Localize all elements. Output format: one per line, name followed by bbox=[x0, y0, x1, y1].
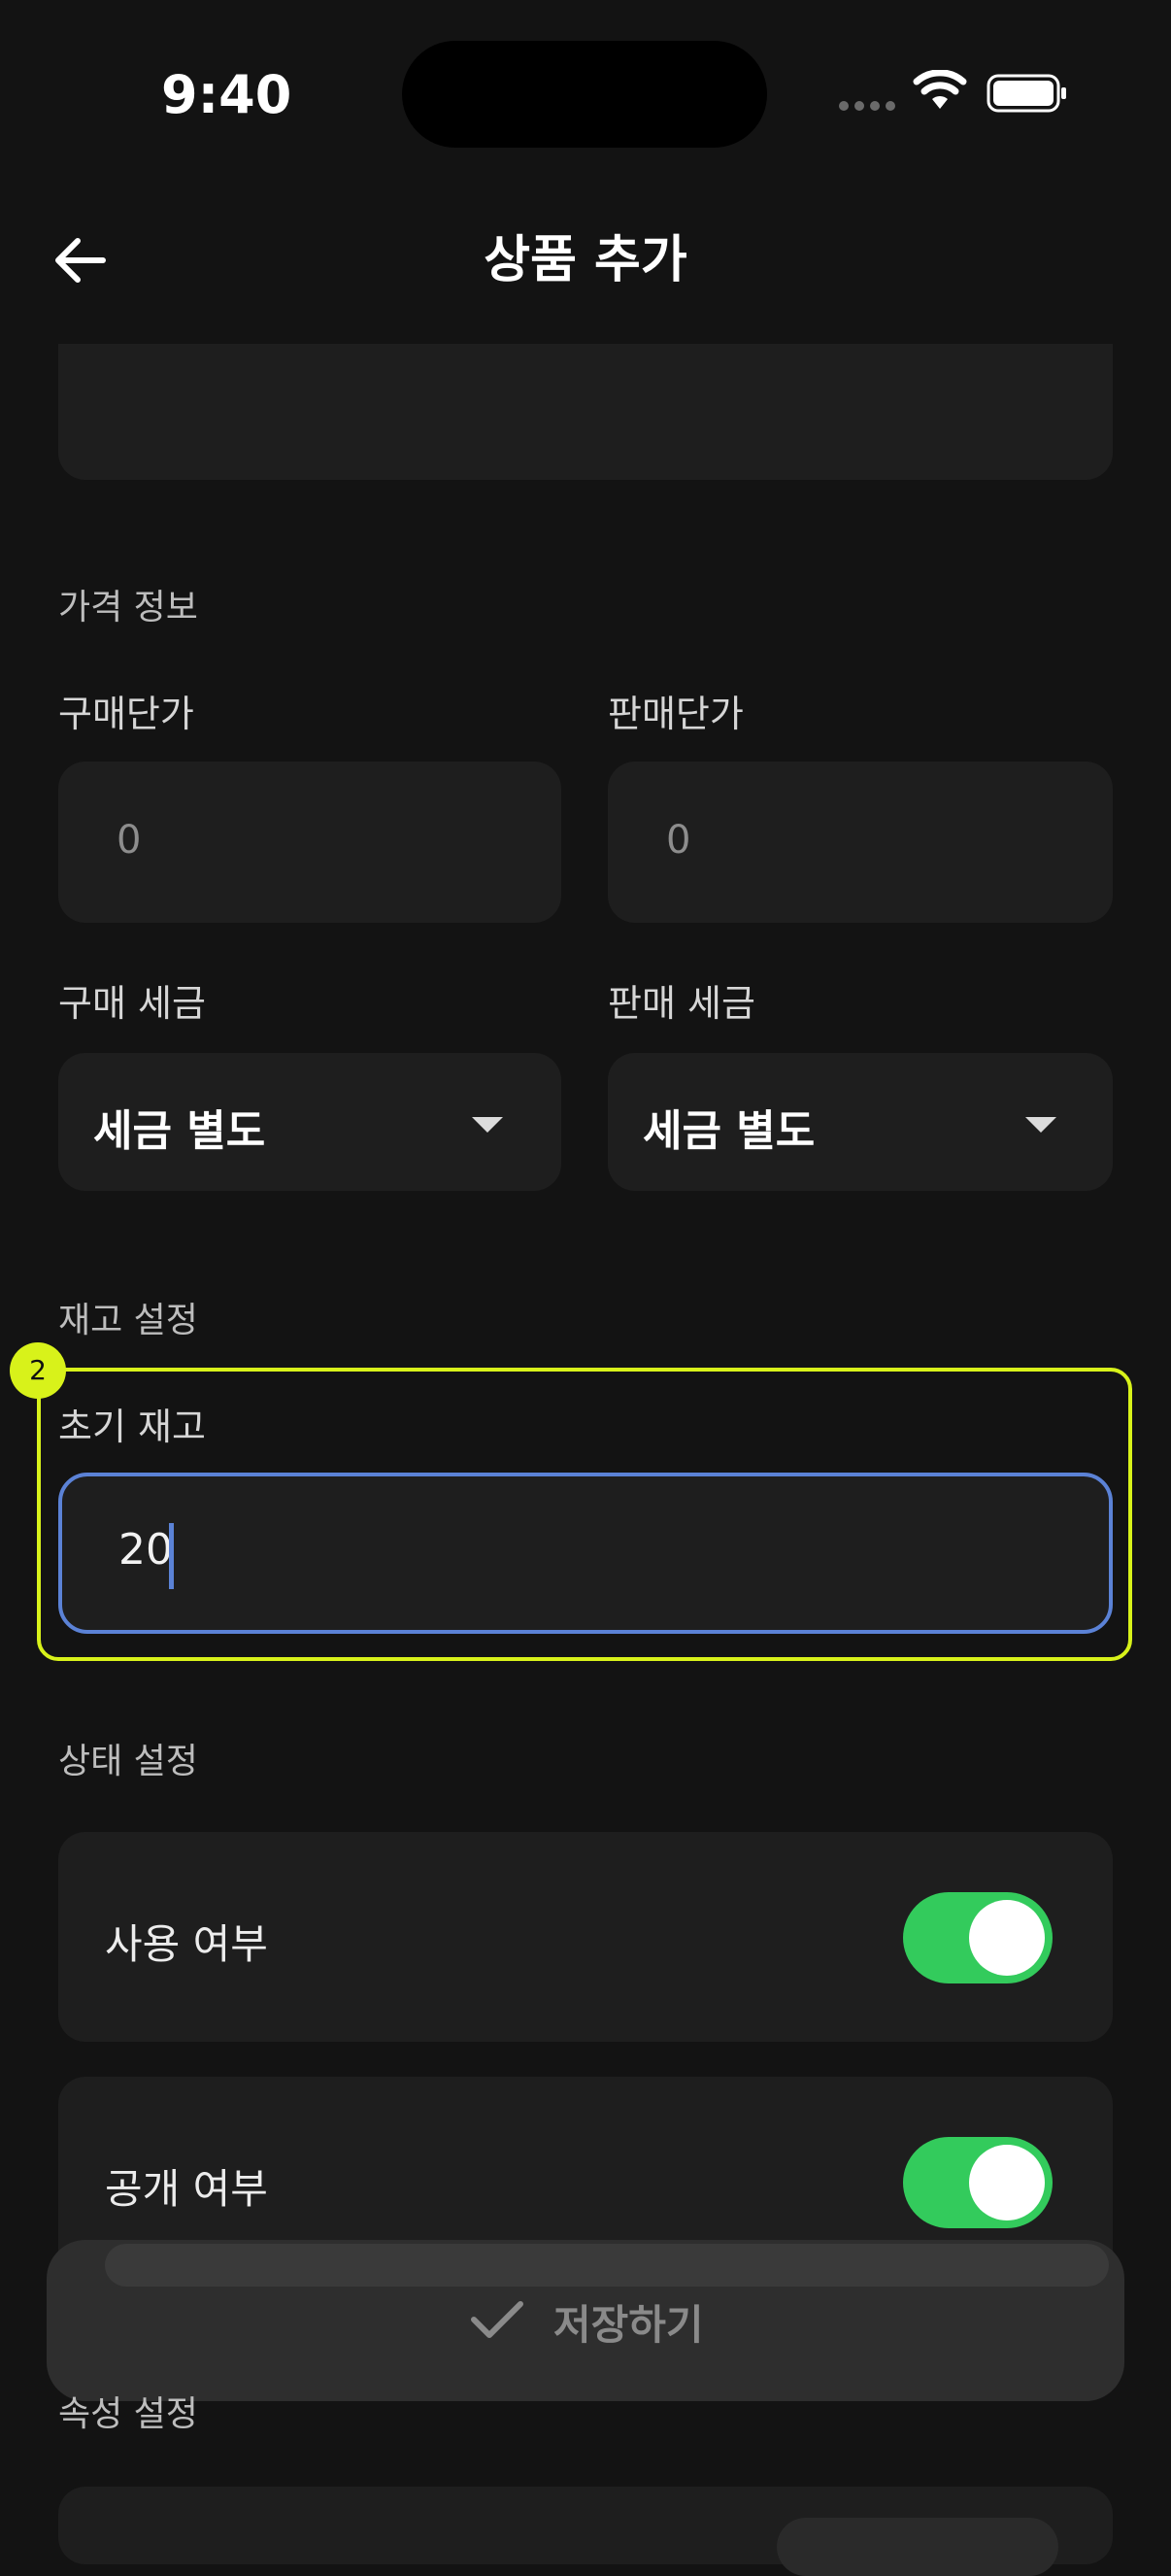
chevron-down-icon bbox=[1025, 1117, 1056, 1133]
purchase-tax-select[interactable]: 세금 별도 bbox=[58, 1053, 561, 1191]
public-toggle-label: 공개 여부 bbox=[105, 2165, 268, 2213]
save-button-label: 저장하기 bbox=[553, 2301, 704, 2349]
section-title-attribute: 속성 설정 bbox=[58, 2394, 198, 2434]
sale-price-value: 0 bbox=[666, 818, 691, 863]
section-title-price: 가격 정보 bbox=[58, 588, 198, 627]
sale-price-input[interactable]: 0 bbox=[608, 762, 1113, 923]
initial-stock-value: 20 bbox=[118, 1525, 173, 1575]
use-toggle-row: 사용 여부 bbox=[58, 1832, 1113, 2042]
save-button-top-edge bbox=[105, 2244, 1109, 2287]
attribute-add-button[interactable] bbox=[777, 2518, 1058, 2576]
sale-tax-selected: 세금 별도 bbox=[643, 1106, 816, 1156]
toggle-knob bbox=[969, 1900, 1045, 1976]
purchase-price-input[interactable]: 0 bbox=[58, 762, 561, 923]
purchase-price-label: 구매단가 bbox=[58, 693, 194, 735]
text-cursor bbox=[169, 1523, 174, 1589]
initial-stock-input[interactable]: 20 bbox=[58, 1473, 1113, 1634]
section-title-stock: 재고 설정 bbox=[58, 1301, 198, 1340]
initial-stock-label: 초기 재고 bbox=[58, 1406, 206, 1448]
purchase-tax-label: 구매 세금 bbox=[58, 982, 206, 1025]
use-toggle[interactable] bbox=[903, 1892, 1053, 1983]
description-card[interactable] bbox=[58, 344, 1113, 480]
use-toggle-label: 사용 여부 bbox=[105, 1920, 268, 1968]
battery-icon bbox=[987, 74, 1066, 113]
signal-dots-icon bbox=[839, 101, 897, 113]
wifi-icon bbox=[913, 70, 967, 109]
section-title-status: 상태 설정 bbox=[58, 1742, 198, 1781]
public-toggle[interactable] bbox=[903, 2137, 1053, 2228]
purchase-tax-selected: 세금 별도 bbox=[93, 1106, 266, 1156]
status-time: 9:40 bbox=[161, 64, 292, 125]
dynamic-island bbox=[402, 41, 767, 148]
page-title: 상품 추가 bbox=[484, 231, 687, 289]
sale-price-label: 판매단가 bbox=[608, 693, 744, 735]
sale-tax-select[interactable]: 세금 별도 bbox=[608, 1053, 1113, 1191]
purchase-price-value: 0 bbox=[117, 818, 142, 863]
chevron-down-icon bbox=[472, 1117, 503, 1133]
check-icon bbox=[471, 2301, 523, 2338]
sale-tax-label: 판매 세금 bbox=[608, 982, 755, 1025]
toggle-knob bbox=[969, 2145, 1045, 2220]
attribute-card bbox=[58, 2487, 1113, 2576]
step-badge: 2 bbox=[10, 1342, 66, 1399]
